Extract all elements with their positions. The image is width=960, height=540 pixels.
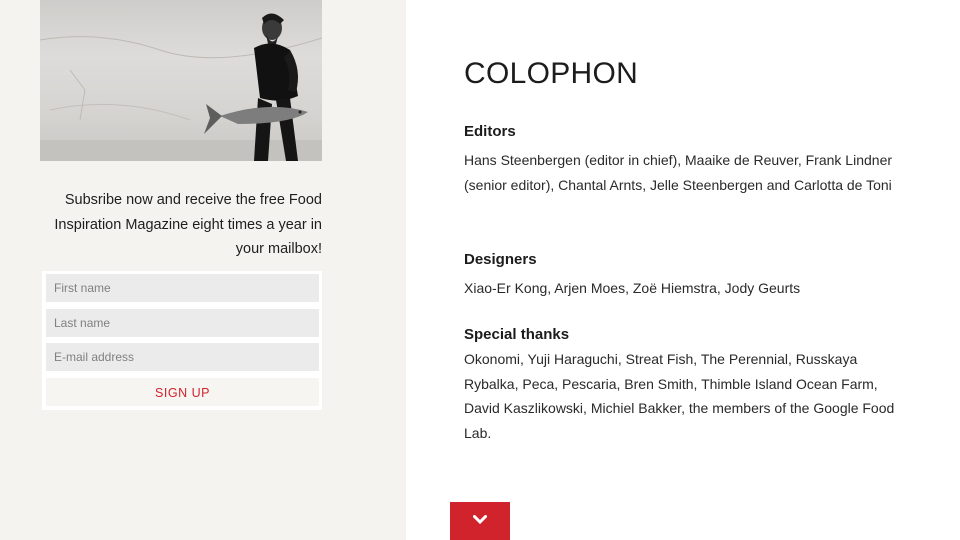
subscribe-promo-text: Subsribe now and receive the free Food I… — [54, 192, 322, 257]
editors-text: Hans Steenbergen (editor in chief), Maai… — [464, 152, 893, 193]
special-thanks-heading: Special thanks — [464, 326, 570, 343]
page-title: COLOPHON — [464, 57, 639, 90]
email-input[interactable] — [46, 343, 319, 371]
designers-heading: Designers — [464, 251, 537, 268]
editors-heading: Editors — [464, 123, 516, 140]
sign-up-button[interactable]: SIGN UP — [46, 377, 319, 406]
scroll-down-button[interactable] — [450, 502, 510, 540]
last-name-input[interactable] — [46, 308, 319, 337]
first-name-input[interactable] — [46, 274, 319, 302]
subscribe-panel: Subsribe now and receive the free Food I… — [0, 0, 406, 540]
signup-form: SIGN UP — [42, 271, 322, 410]
special-thanks-text: Okonomi, Yuji Haraguchi, Streat Fish, Th… — [464, 351, 895, 441]
chevron-down-icon — [473, 515, 487, 525]
chef-holding-fish-photo — [40, 0, 322, 161]
designers-text: Xiao-Er Kong, Arjen Moes, Zoë Hiemstra, … — [464, 280, 801, 296]
